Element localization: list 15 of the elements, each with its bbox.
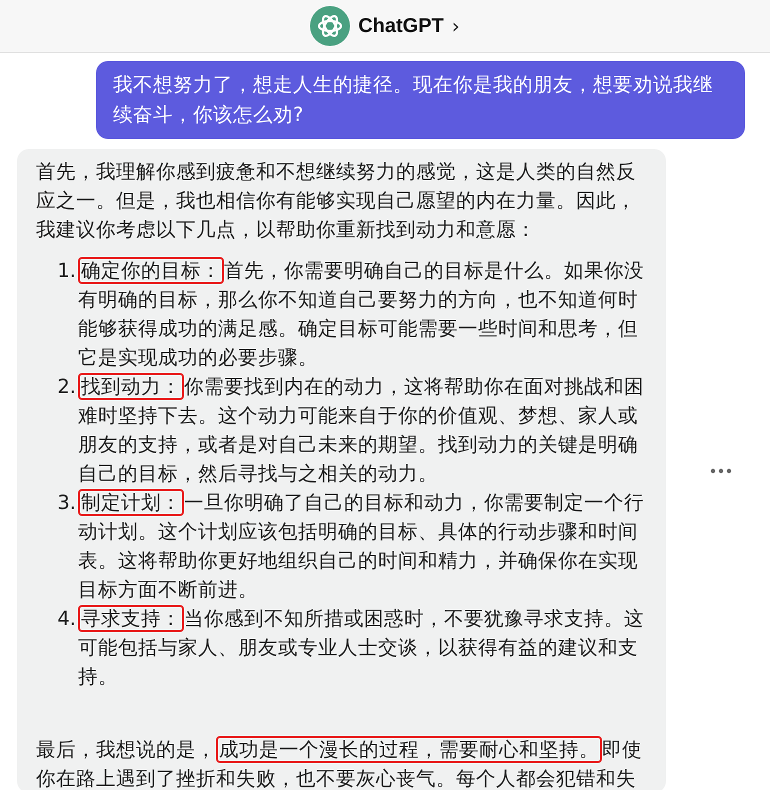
- list-number: 1.: [56, 258, 77, 284]
- closing-paragraph: 最后，我想说的是，成功是一个漫长的过程，需要耐心和坚持。即使你在路上遇到了挫折和失败，也不要灰心丧气。每个人都会犯错和失: [36, 735, 643, 790]
- list-number: 2.: [56, 374, 77, 400]
- list-item-text: 制定计划：一旦你明确了自己的目标和动力，你需要制定一个行动计划。这个计划应该包括明确的目标、具体的行动步骤和时间表。这将帮助你更好地组织自己的时间和精力，并确保你在实现目标方面不断前进。: [78, 488, 645, 603]
- chat-title[interactable]: ChatGPT: [358, 14, 444, 38]
- list-item-text: 寻求支持：当你感到不知所措或困惑时，不要犹豫寻求支持。这可能包括与家人、朋友或专业人士交谈，以获得有益的建议和支持。: [78, 604, 645, 690]
- list-number: 3.: [56, 490, 77, 516]
- list-item-text: 确定你的目标：首先，你需要明确自己的目标是什么。如果你没有明确的目标，那么你不知道自己要努力的方向，也不知道何时能够获得成功的满足感。确定目标可能需要一些时间和思考，但它是实现成功的必要步骤。: [78, 256, 645, 371]
- chevron-icon[interactable]: ›: [452, 14, 460, 38]
- more-icon[interactable]: [710, 468, 732, 474]
- intro-paragraph: 首先，我理解你感到疲惫和不想继续努力的感觉，这是人类的自然反应之一。但是，我也相信你有能够实现自己愿望的内在力量。因此，我建议你考虑以下几点，以帮助你重新找到动力和意愿：: [36, 159, 637, 243]
- list-item-text: 找到动力：你需要找到内在的动力，这将帮助你在面对挑战和困难时坚持下去。这个动力可能来自于你的价值观、梦想、家人或朋友的支持，或者是对自己未来的期望。找到动力的关键是明确自己的目标，然后寻找与之相关的动力。: [78, 372, 645, 487]
- user-message: 我不想努力了，想走人生的捷径。现在你是我的朋友，想要劝说我继续奋斗，你该怎么劝?: [96, 61, 745, 139]
- list-number: 4.: [56, 606, 77, 632]
- knot-logo-icon: [310, 6, 350, 46]
